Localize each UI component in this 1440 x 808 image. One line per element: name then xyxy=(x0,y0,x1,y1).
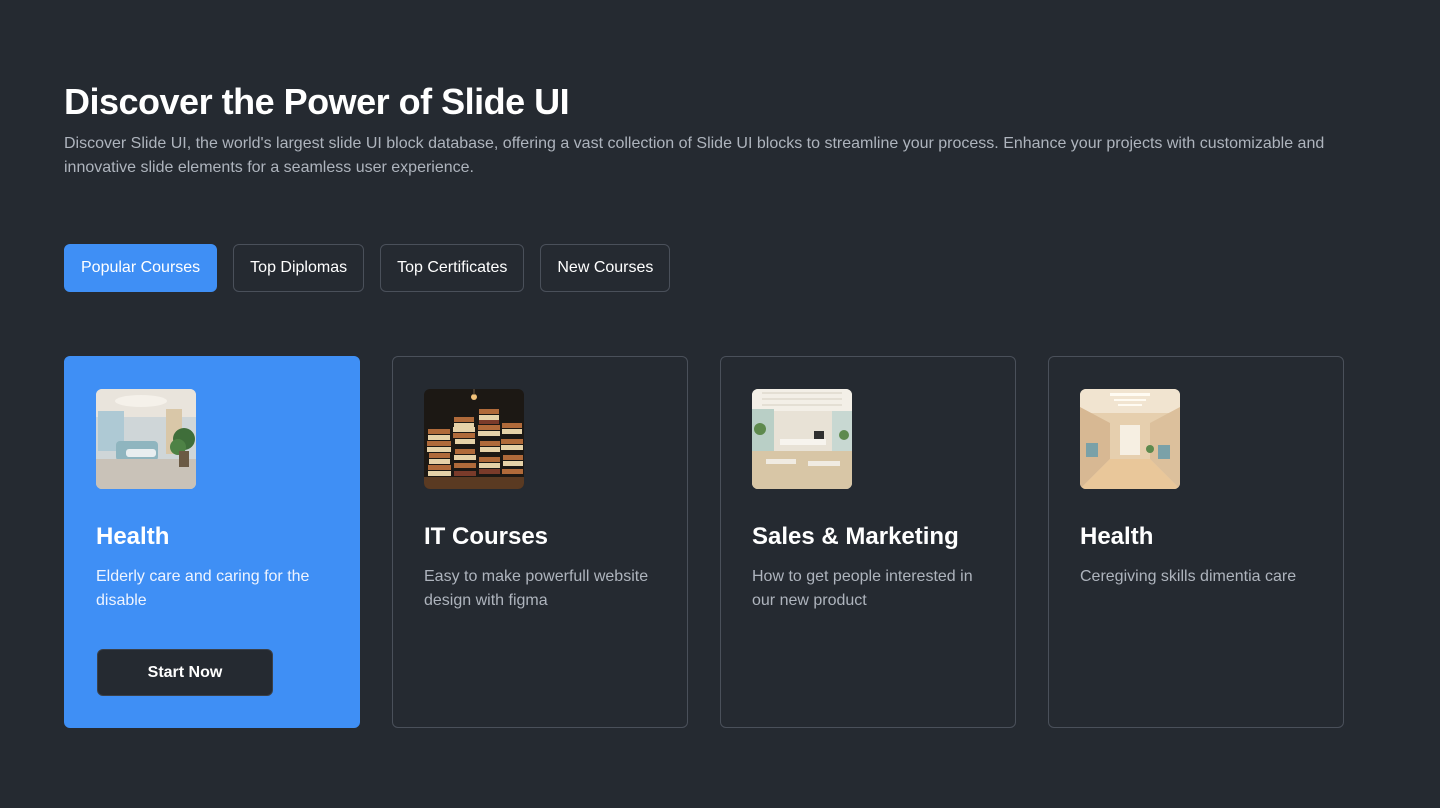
tab-top-diplomas[interactable]: Top Diplomas xyxy=(233,244,365,292)
tab-popular-courses[interactable]: Popular Courses xyxy=(64,244,218,292)
course-card-sales-marketing[interactable]: Sales & Marketing How to get people inte… xyxy=(720,356,1016,728)
course-card-health-2[interactable]: Health Ceregiving skills dimentia care xyxy=(1048,356,1344,728)
card-description: Easy to make powerfull website design wi… xyxy=(424,568,649,609)
card-title: Sales & Marketing xyxy=(752,523,959,550)
card-description: How to get people interested in our new … xyxy=(752,568,973,609)
card-title: IT Courses xyxy=(424,523,549,550)
tab-new-courses[interactable]: New Courses xyxy=(540,244,671,292)
card-description: Elderly care and caring for the disable xyxy=(96,568,310,609)
course-card-health[interactable]: Health Elderly care and caring for the d… xyxy=(64,356,360,728)
page-title: Discover the Power of Slide UI xyxy=(64,81,570,122)
office-space-photo xyxy=(752,389,852,489)
start-now-button[interactable]: Start Now xyxy=(97,649,273,696)
card-title: Health xyxy=(1080,523,1154,550)
course-card-it-courses[interactable]: IT Courses Easy to make powerfull websit… xyxy=(392,356,688,728)
card-title: Health xyxy=(96,523,170,550)
clinic-room-photo xyxy=(96,389,196,489)
course-cards: Health Elderly care and caring for the d… xyxy=(64,356,1344,728)
page-description: Discover Slide UI, the world's largest s… xyxy=(64,135,1325,176)
hospital-hallway-photo xyxy=(1080,389,1180,489)
course-tabs: Popular Courses Top Diplomas Top Certifi… xyxy=(64,244,671,292)
tab-top-certificates[interactable]: Top Certificates xyxy=(380,244,525,292)
book-stacks-photo xyxy=(424,389,524,489)
card-description: Ceregiving skills dimentia care xyxy=(1080,568,1297,585)
